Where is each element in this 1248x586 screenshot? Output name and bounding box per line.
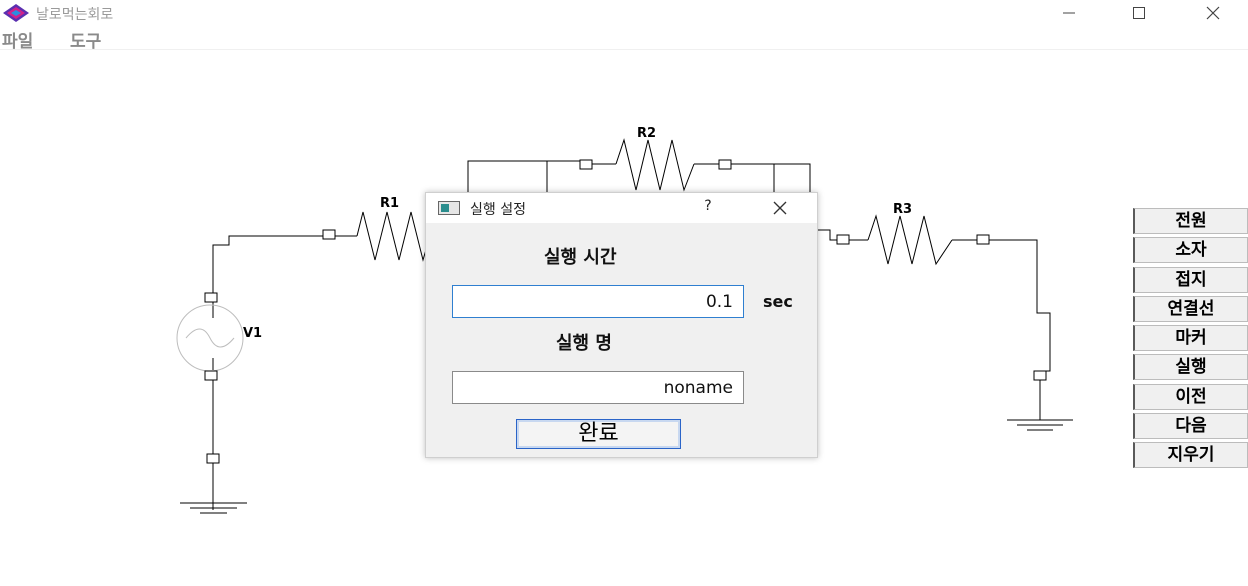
- tool-panel: 전원 소자 접지 연결선 마커 실행 이전 다음 지우기: [1133, 208, 1248, 472]
- dialog-window-icon: [438, 201, 460, 215]
- help-button[interactable]: ?: [700, 198, 716, 214]
- run-name-input[interactable]: [452, 371, 744, 404]
- run-name-heading: 실행 명: [556, 333, 612, 354]
- complete-button[interactable]: 완료: [516, 419, 681, 449]
- label-v1: V1: [243, 326, 262, 341]
- voltage-source-v1[interactable]: [176, 304, 244, 372]
- wire-right[interactable]: [818, 229, 1051, 420]
- close-icon: [773, 201, 787, 215]
- label-r3: R3: [893, 202, 912, 217]
- label-r2: R2: [637, 126, 656, 141]
- tool-button-ground[interactable]: 접지: [1133, 266, 1248, 293]
- dialog-title: 실행 설정: [470, 202, 526, 218]
- tool-button-previous[interactable]: 이전: [1133, 383, 1248, 410]
- tool-button-erase[interactable]: 지우기: [1133, 442, 1248, 469]
- resistor-r1[interactable]: [356, 211, 431, 262]
- run-time-heading: 실행 시간: [544, 247, 617, 268]
- run-time-input[interactable]: [452, 285, 744, 318]
- tool-button-wire[interactable]: 연결선: [1133, 295, 1248, 322]
- tool-button-next[interactable]: 다음: [1133, 413, 1248, 440]
- resistor-r2[interactable]: [615, 138, 695, 192]
- tool-button-power[interactable]: 전원: [1133, 208, 1248, 234]
- label-r1: R1: [380, 196, 399, 211]
- tool-button-marker[interactable]: 마커: [1133, 325, 1248, 352]
- wire-left[interactable]: [212, 235, 357, 510]
- time-unit-label: sec: [763, 292, 793, 311]
- tool-button-element[interactable]: 소자: [1133, 237, 1248, 264]
- dialog-title-bar[interactable]: 실행 설정 ?: [426, 193, 817, 223]
- tool-button-run[interactable]: 실행: [1133, 354, 1248, 381]
- resistor-r3[interactable]: [867, 214, 953, 266]
- run-settings-dialog: 실행 설정 ? 실행 시간 sec 실행 명 완료: [425, 192, 818, 458]
- ground-right[interactable]: [1007, 419, 1073, 431]
- dialog-close-button[interactable]: [766, 197, 794, 219]
